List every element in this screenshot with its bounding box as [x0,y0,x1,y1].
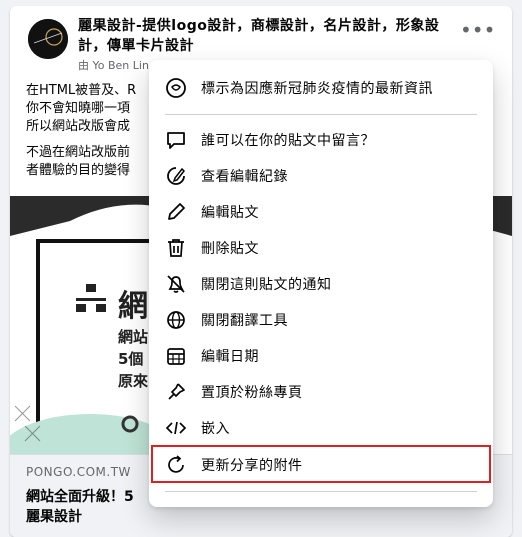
highlight-annotation-box [151,445,491,483]
page-name-link[interactable]: 麗果設計-提供logo設計，商標設計，名片設計，形象設計，傳單卡片設計 [78,16,448,56]
bell-off-icon [165,273,187,295]
menu-item-turn-off-translation[interactable]: 關閉翻譯工具 [157,303,485,337]
menu-item-pin-to-page[interactable]: 置頂於粉絲專頁 [157,375,485,409]
globe-icon [165,309,187,331]
link-title-line: 網站全面升級！5 [26,489,134,505]
menu-item-label: 查看編輯紀錄 [201,169,288,185]
code-icon [165,417,187,439]
post-text-line: 所以網站改版會成 [26,119,131,134]
post-byline: 由 Yo Ben Lin [78,59,149,72]
image-title-text: 網 [118,289,148,324]
comment-icon [165,129,187,151]
menu-item-edit-history[interactable]: 查看編輯紀錄 [157,159,485,193]
pin-icon [165,381,187,403]
image-subtitle: 網站 5個 原來 [118,326,148,392]
more-options-button[interactable]: ••• [460,20,495,48]
image-subtitle-line: 網站 [118,328,149,346]
post-text: 在HTML被普及、R 你不會知曉哪一項 所以網站改版會成 不過在網站改版前 者體… [26,82,166,188]
page-avatar[interactable] [28,19,68,59]
link-title-line: 麗果設計 [26,509,82,525]
menu-divider [165,491,477,492]
menu-item-label: 標示為因應新冠肺炎疫情的最新資訊 [201,81,433,97]
link-domain: PONGO.COM.TW [26,465,131,479]
menu-item-who-can-comment[interactable]: 誰可以在你的貼文中留言？ [157,123,485,157]
menu-item-label: 置頂於粉絲專頁 [201,385,303,401]
calendar-icon [165,345,187,367]
covid-info-icon [165,77,187,99]
pencil-icon [165,201,187,223]
trash-icon [165,237,187,259]
menu-item-label: 關閉翻譯工具 [201,313,288,329]
menu-item-label: 編輯貼文 [201,205,259,221]
post-options-menu: 標示為因應新冠肺炎疫情的最新資訊 誰可以在你的貼文中留言？ 查看編輯紀錄 編輯貼… [149,60,493,507]
menu-divider [165,114,477,115]
menu-item-label: 關閉這則貼文的通知 [201,277,332,293]
menu-item-covid-info[interactable]: 標示為因應新冠肺炎疫情的最新資訊 [157,71,485,105]
post-text-line: 你不會知曉哪一項 [26,101,131,116]
link-title: 網站全面升級！5 麗果設計 [26,487,166,527]
menu-item-label: 誰可以在你的貼文中留言？ [201,133,375,149]
menu-item-label: 嵌入 [201,421,230,437]
more-horizontal-icon: ••• [460,18,496,42]
menu-item-delete-post[interactable]: 刪除貼文 [157,231,485,265]
post-text-line: 者體驗的目的變得 [26,163,131,178]
post-text-line: 不過在網站改版前 [26,145,131,160]
menu-item-edit-post[interactable]: 編輯貼文 [157,195,485,229]
image-subtitle-line: 原來 [118,372,149,390]
menu-item-label: 刪除貼文 [201,241,259,257]
menu-item-label: 編輯日期 [201,349,259,365]
menu-item-turn-off-notifications[interactable]: 關閉這則貼文的通知 [157,267,485,301]
menu-item-embed[interactable]: 嵌入 [157,411,485,445]
image-subtitle-line: 5個 [118,350,144,368]
post-text-line: 在HTML被普及、R [26,83,137,98]
menu-item-edit-date[interactable]: 編輯日期 [157,339,485,373]
edit-history-icon [165,165,187,187]
